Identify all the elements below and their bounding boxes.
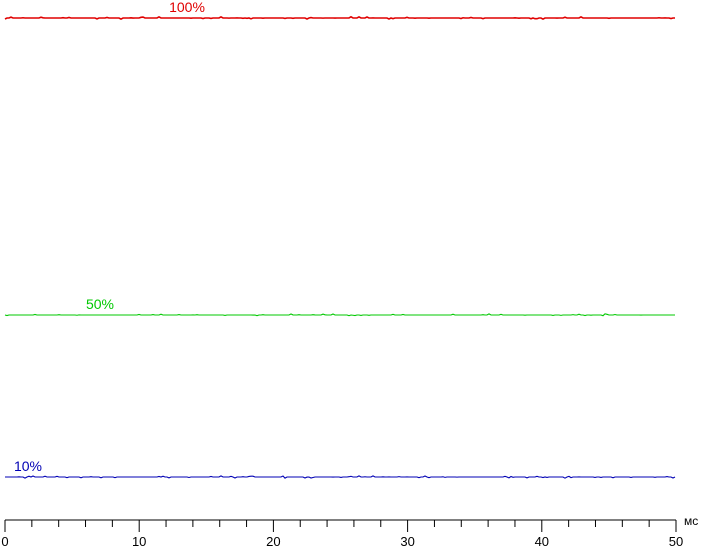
series-line-0 [4, 15, 675, 21]
series-2: 10% [5, 458, 676, 479]
series-label-1: 50% [86, 296, 114, 312]
series-label-2: 10% [14, 458, 42, 474]
series-line-1 [4, 313, 675, 317]
x-tick-label: 0 [1, 534, 8, 548]
plot-series: 100% 50% 10% [4, 0, 676, 479]
x-tick-label: 50 [669, 534, 683, 548]
series-label-0: 100% [169, 0, 205, 15]
x-tick-label: 20 [266, 534, 280, 548]
chart: 100% 50% 10% 0 10 20 30 40 50 мс [1, 0, 698, 548]
x-axis-unit-label: мс [684, 514, 698, 528]
x-axis: 0 10 20 30 40 50 [1, 519, 683, 548]
series-line-2 [5, 475, 676, 479]
series-1: 50% [4, 296, 675, 317]
x-tick-label: 30 [400, 534, 414, 548]
series-0: 100% [4, 0, 675, 21]
x-tick-label: 10 [132, 534, 146, 548]
x-tick-label: 40 [535, 534, 549, 548]
